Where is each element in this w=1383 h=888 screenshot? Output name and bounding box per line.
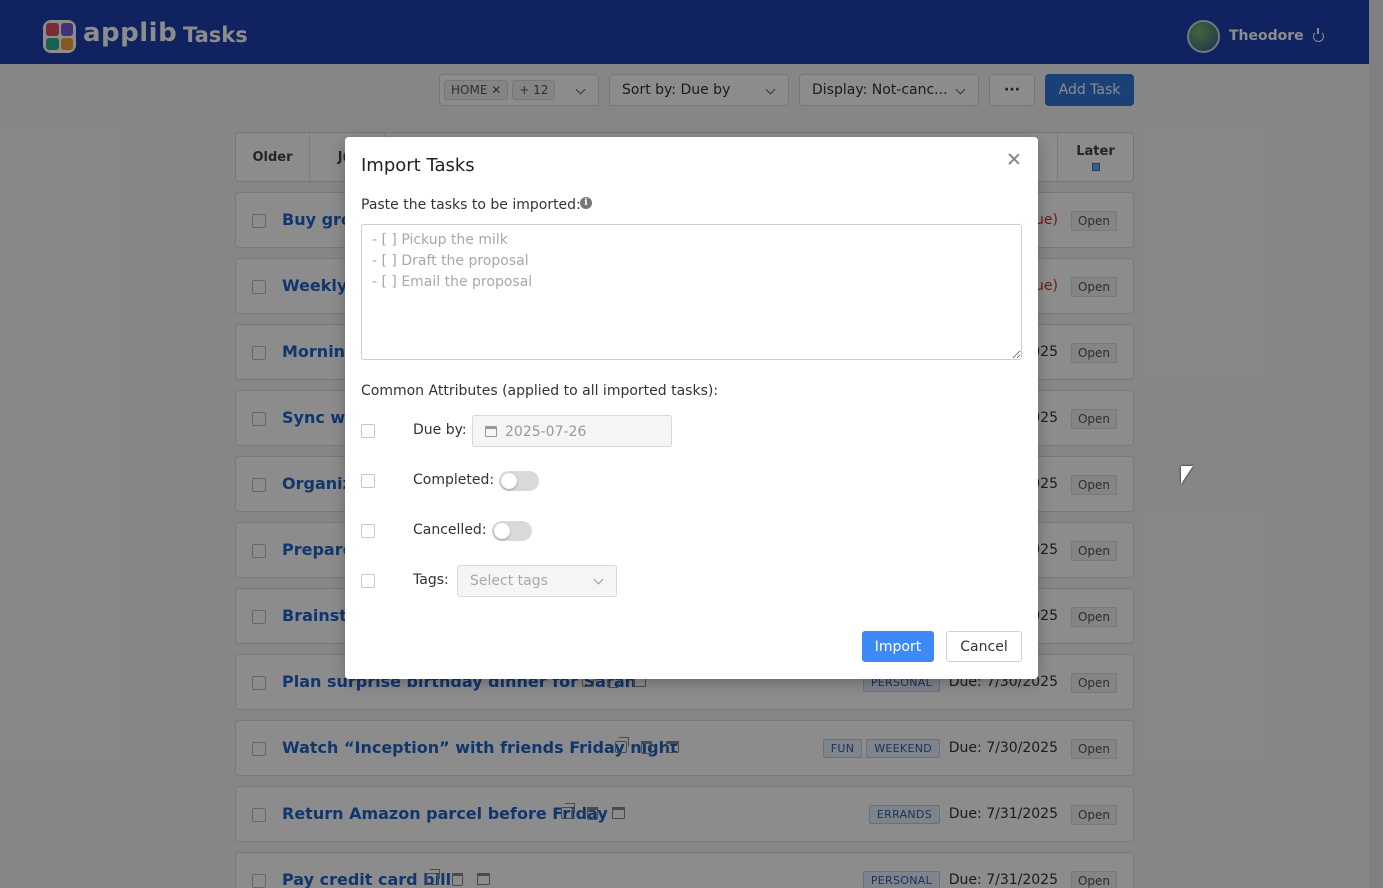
- common-attributes-label: Common Attributes (applied to all import…: [361, 383, 719, 399]
- due-date-input[interactable]: 2025-07-26: [472, 415, 672, 447]
- tasks-paste-textarea[interactable]: [361, 224, 1022, 360]
- tags-placeholder: Select tags: [470, 573, 548, 589]
- tags-checkbox[interactable]: [361, 574, 375, 588]
- completed-checkbox[interactable]: [361, 474, 375, 488]
- info-icon[interactable]: i: [580, 197, 592, 209]
- calendar-icon: [485, 426, 497, 437]
- due-by-label: Due by:: [413, 422, 467, 438]
- import-tasks-dialog: Import Tasks Paste the tasks to be impor…: [345, 137, 1038, 679]
- mouse-pointer-icon: [1181, 466, 1193, 484]
- cancelled-checkbox[interactable]: [361, 524, 375, 538]
- tags-label: Tags:: [413, 572, 449, 588]
- dialog-title: Import Tasks: [361, 155, 475, 176]
- chevron-down-icon: [593, 574, 604, 585]
- completed-label: Completed:: [413, 472, 495, 488]
- due-date-value: 2025-07-26: [505, 424, 587, 440]
- completed-toggle[interactable]: [499, 471, 539, 491]
- cancel-button[interactable]: Cancel: [946, 631, 1022, 662]
- cancelled-toggle[interactable]: [492, 521, 532, 541]
- due-by-checkbox[interactable]: [361, 424, 375, 438]
- cancelled-label: Cancelled:: [413, 522, 487, 538]
- close-icon[interactable]: [1007, 152, 1021, 166]
- paste-label: Paste the tasks to be imported:: [361, 197, 581, 213]
- import-button[interactable]: Import: [862, 631, 934, 662]
- tags-select[interactable]: Select tags: [457, 565, 617, 597]
